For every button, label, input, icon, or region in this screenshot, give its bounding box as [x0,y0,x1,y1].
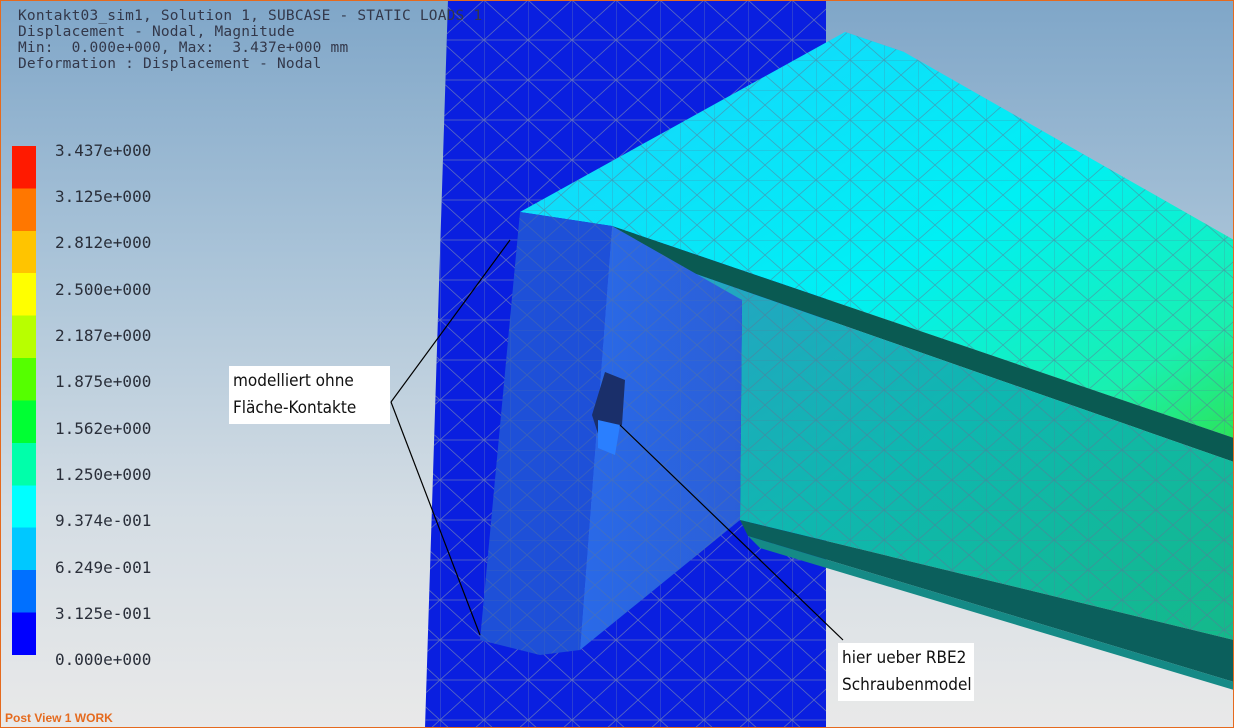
legend-tick: 6.249e-001 [55,558,152,577]
legend-tick: 9.374e-001 [55,511,152,530]
legend-tick: 0.000e+000 [55,650,152,669]
callout-line: hier ueber RBE2 [842,648,967,668]
color-legend-bar [12,146,36,655]
legend-tick: 3.437e+000 [55,141,152,160]
fe-model-view[interactable] [0,0,1234,728]
legend-tick: 2.812e+000 [55,233,152,252]
legend-tick: 3.125e-001 [55,604,152,623]
legend-tick: 1.250e+000 [55,465,152,484]
callout-no-surface-contacts: modelliert ohne Fläche-Kontakte [229,366,390,424]
callout-line: Schraubenmodel [842,675,972,695]
callout-line: Fläche-Kontakte [233,398,357,418]
deformation-info: Deformation : Displacement - Nodal [18,56,322,72]
legend-tick: 3.125e+000 [55,187,152,206]
callout-rbe2-bolt-model: hier ueber RBE2 Schraubenmodel [838,643,974,701]
legend-tick: 1.562e+000 [55,419,152,438]
graphics-viewport[interactable]: Kontakt03_sim1, Solution 1, SUBCASE - ST… [0,0,1234,728]
view-status-label: Post View 1 WORK [5,711,113,725]
legend-tick: 2.187e+000 [55,326,152,345]
result-range: Min: 0.000e+000, Max: 3.437e+000 mm [18,40,349,56]
result-title: Kontakt03_sim1, Solution 1, SUBCASE - ST… [18,8,483,24]
callout-line: modelliert ohne [233,371,354,391]
result-type: Displacement - Nodal, Magnitude [18,24,295,40]
legend-tick: 1.875e+000 [55,372,152,391]
legend-tick: 2.500e+000 [55,280,152,299]
